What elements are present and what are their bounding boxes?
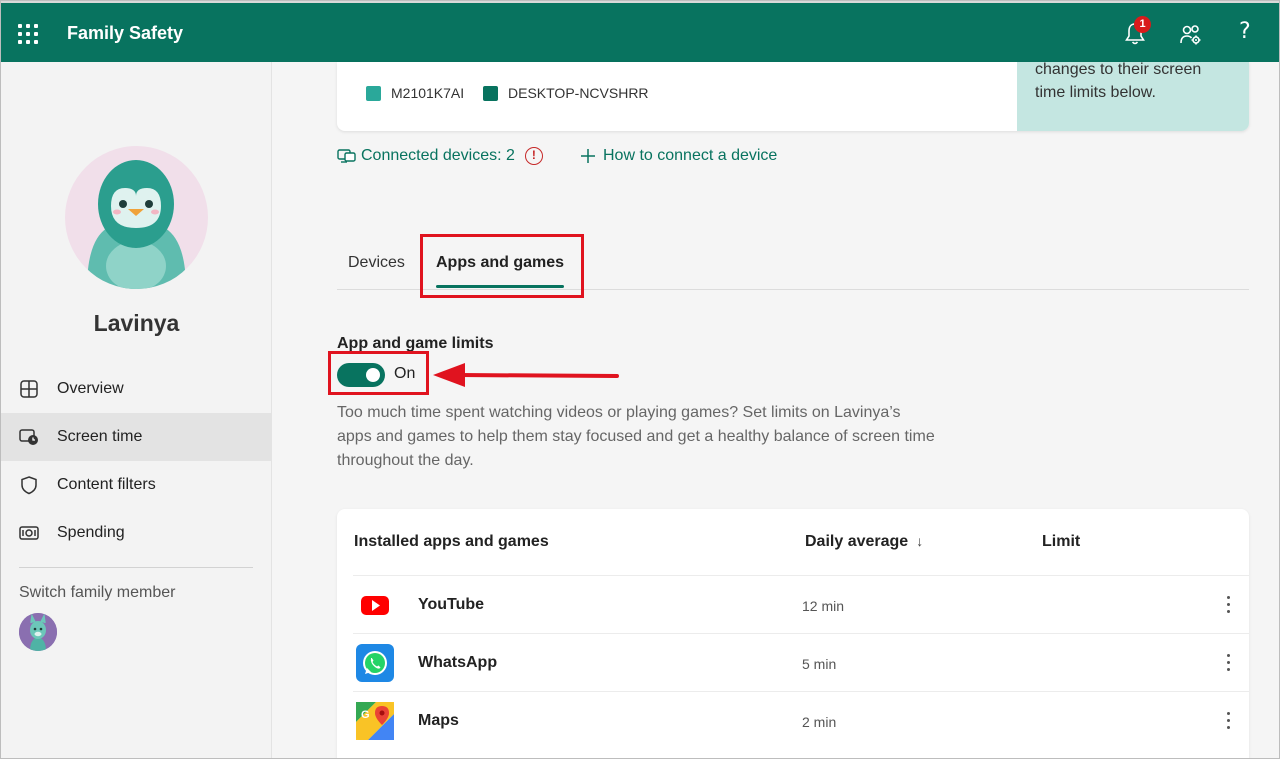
help-button[interactable]: ? bbox=[1239, 19, 1251, 44]
nav-overview-label: Overview bbox=[57, 380, 124, 397]
overview-grid-icon bbox=[20, 380, 38, 398]
app-name: Maps bbox=[418, 712, 459, 729]
notification-badge: 1 bbox=[1134, 16, 1151, 33]
legend-label: DESKTOP-NCVSHRR bbox=[508, 85, 649, 101]
device-usage-card: M2101K7AI DESKTOP-NCVSHRR changes to the… bbox=[337, 62, 1249, 131]
app-name: WhatsApp bbox=[418, 654, 498, 671]
member-name: Lavinya bbox=[93, 310, 180, 336]
nav-screen-time-label: Screen time bbox=[57, 428, 143, 445]
connected-devices-link[interactable]: Connected devices: 2 ! bbox=[337, 145, 543, 167]
family-settings-icon[interactable] bbox=[1179, 23, 1203, 47]
legend-swatch bbox=[366, 85, 381, 101]
table-row[interactable]: G Maps 2 min bbox=[353, 691, 1249, 749]
nav-overview[interactable]: Overview bbox=[1, 365, 272, 413]
app-launcher-icon[interactable] bbox=[18, 24, 38, 44]
whatsapp-icon bbox=[356, 644, 394, 682]
nav-spending[interactable]: Spending bbox=[1, 509, 272, 557]
annotation-arrow-icon bbox=[433, 363, 619, 387]
llama-avatar-icon bbox=[19, 613, 57, 651]
more-options-icon[interactable] bbox=[1223, 592, 1233, 618]
shield-icon bbox=[21, 476, 37, 495]
how-to-connect-link[interactable]: How to connect a device bbox=[579, 145, 777, 167]
svg-text:G: G bbox=[361, 709, 370, 721]
app-daily-average: 5 min bbox=[802, 656, 837, 672]
youtube-icon bbox=[357, 587, 393, 623]
limits-description: Too much time spent watching videos or p… bbox=[337, 404, 935, 469]
switch-family-member-label: Switch family member bbox=[19, 584, 176, 601]
app-daily-average: 2 min bbox=[802, 714, 837, 730]
nav-content-filters-label: Content filters bbox=[57, 476, 156, 493]
devices-icon bbox=[337, 149, 356, 163]
table-row[interactable]: WhatsApp 5 min bbox=[353, 633, 1249, 691]
nav-screen-time[interactable]: Screen time bbox=[1, 413, 272, 461]
tab-highlight-box bbox=[420, 234, 584, 298]
connected-devices-label: Connected devices: 2 bbox=[361, 147, 515, 164]
legend-item: DESKTOP-NCVSHRR bbox=[483, 85, 649, 101]
sidebar-divider bbox=[19, 567, 253, 568]
alert-icon: ! bbox=[524, 147, 543, 165]
app-window: Family Safety 1 ? Lavinya Overview Scree… bbox=[0, 0, 1280, 759]
daily-average-label: Daily average bbox=[805, 533, 909, 550]
legend-label: M2101K7AI bbox=[391, 85, 465, 101]
app-daily-average: 12 min bbox=[802, 598, 845, 614]
family-member-avatar[interactable] bbox=[19, 613, 57, 651]
penguin-avatar-icon bbox=[87, 160, 186, 289]
table-row[interactable]: YouTube 12 min bbox=[353, 575, 1249, 633]
column-header-limit: Limit bbox=[1042, 533, 1081, 550]
toggle-highlight-box bbox=[328, 351, 429, 395]
info-panel: changes to their screen time limits belo… bbox=[1017, 62, 1249, 131]
apps-table: Installed apps and games Daily average ↓ … bbox=[337, 509, 1249, 758]
column-header-daily-average[interactable]: Daily average ↓ bbox=[805, 533, 923, 551]
nav-spending-label: Spending bbox=[57, 524, 125, 541]
more-options-icon[interactable] bbox=[1223, 708, 1233, 734]
app-title: Family Safety bbox=[67, 23, 184, 43]
nav-content-filters[interactable]: Content filters bbox=[1, 461, 272, 509]
legend-swatch bbox=[483, 85, 498, 101]
top-bar: Family Safety 1 ? bbox=[1, 1, 1279, 62]
legend-item: M2101K7AI bbox=[366, 85, 464, 101]
screen-time-icon bbox=[19, 429, 38, 445]
info-text: changes to their screen time limits belo… bbox=[1035, 62, 1202, 101]
app-name: YouTube bbox=[418, 596, 485, 613]
column-header-app: Installed apps and games bbox=[354, 533, 549, 550]
more-options-icon[interactable] bbox=[1223, 650, 1233, 676]
sort-arrow-icon: ↓ bbox=[916, 533, 924, 549]
sidebar: Lavinya Overview Screen time Content fil… bbox=[1, 62, 272, 758]
maps-icon: G bbox=[356, 702, 394, 740]
money-icon bbox=[19, 526, 39, 540]
tab-devices[interactable]: Devices bbox=[348, 254, 405, 272]
plus-icon bbox=[581, 149, 595, 163]
how-to-connect-label: How to connect a device bbox=[603, 147, 778, 164]
member-avatar bbox=[65, 146, 208, 289]
